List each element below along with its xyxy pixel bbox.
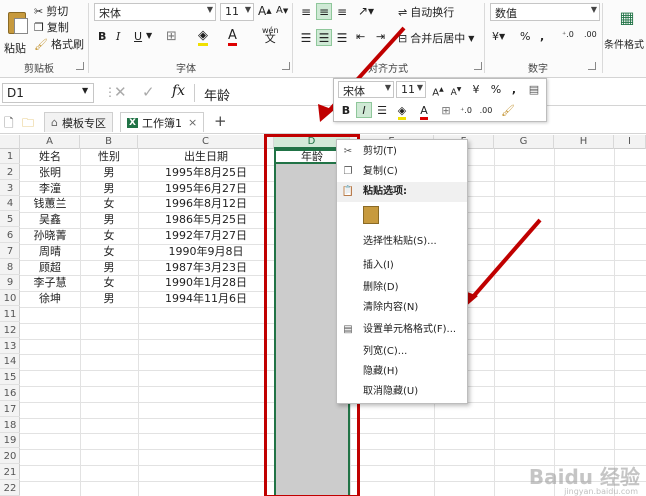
watermark-url: jingyan.baidu.com bbox=[564, 487, 638, 496]
mini-fill-color-icon[interactable]: ◈ bbox=[394, 103, 410, 120]
mini-size-select[interactable]: 11 ▼ bbox=[396, 81, 426, 98]
mini-grow-font-icon[interactable]: A▲ bbox=[430, 82, 446, 98]
menu-item-paste-icon[interactable] bbox=[337, 202, 467, 230]
mini-font-color-icon[interactable]: A bbox=[416, 103, 432, 120]
format-cells-icon: ▤ bbox=[343, 324, 353, 335]
mini-brush-icon[interactable]: 🖌 bbox=[500, 103, 516, 119]
context-menu: ✂ 剪切(T) ❐ 复制(C) 📋 粘贴选项: 选择性粘贴(S)... 插入(I) 删… bbox=[336, 139, 468, 404]
mini-currency-button[interactable]: ¥ bbox=[468, 82, 484, 98]
mini-bold-button[interactable]: B bbox=[338, 103, 354, 119]
menu-item-cut[interactable]: ✂ 剪切(T) bbox=[337, 142, 467, 162]
mini-italic-button[interactable]: I bbox=[356, 102, 372, 118]
menu-item-hide[interactable]: 隐藏(H) bbox=[337, 362, 467, 382]
baidu-watermark: Baidu 经验 bbox=[528, 465, 640, 489]
mini-shrink-font-icon[interactable]: A▼ bbox=[448, 82, 464, 98]
mini-comma-button[interactable]: , bbox=[506, 82, 522, 98]
copy-icon: ❐ bbox=[343, 166, 353, 177]
menu-item-format-cells[interactable]: ▤ 设置单元格格式(F)... bbox=[337, 320, 467, 340]
menu-item-paste-special[interactable]: 选择性粘贴(S)... bbox=[337, 232, 467, 252]
chevron-down-icon: ▼ bbox=[416, 83, 423, 92]
menu-item-clear[interactable]: 清除内容(N) bbox=[337, 298, 467, 318]
mini-center-icon[interactable]: ☰ bbox=[374, 103, 390, 119]
clipboard-icon bbox=[363, 206, 379, 224]
mini-percent-button[interactable]: % bbox=[488, 82, 504, 98]
menu-item-unhide[interactable]: 取消隐藏(U) bbox=[337, 382, 467, 402]
mini-decimal-icon[interactable]: ⁺.0 bbox=[458, 103, 474, 119]
mini-border-icon[interactable]: ⊞ bbox=[438, 103, 454, 119]
paste-icon: 📋 bbox=[341, 186, 355, 197]
scissors-icon: ✂ bbox=[343, 146, 353, 157]
menu-item-copy[interactable]: ❐ 复制(C) bbox=[337, 162, 467, 182]
menu-item-insert[interactable]: 插入(I) bbox=[337, 256, 467, 276]
menu-item-delete[interactable]: 删除(D) bbox=[337, 278, 467, 298]
menu-item-column-width[interactable]: 列宽(C)... bbox=[337, 342, 467, 362]
arrow-to-menu bbox=[470, 218, 542, 300]
mini-decimal-dec-icon[interactable]: .00 bbox=[478, 103, 494, 119]
menu-item-paste-options: 📋 粘贴选项: bbox=[337, 182, 467, 202]
mini-format-icon[interactable]: ▤ bbox=[526, 82, 542, 98]
mini-toolbar: 宋体 ▼ 11 ▼ A▲ A▼ ¥ % , ▤ B I ☰ ◈ A ⊞ ⁺.0 .0… bbox=[333, 78, 547, 122]
annotation-arrows bbox=[318, 26, 542, 308]
chevron-down-icon: ▼ bbox=[384, 83, 391, 92]
mini-font-select[interactable]: 宋体 ▼ bbox=[338, 81, 394, 98]
